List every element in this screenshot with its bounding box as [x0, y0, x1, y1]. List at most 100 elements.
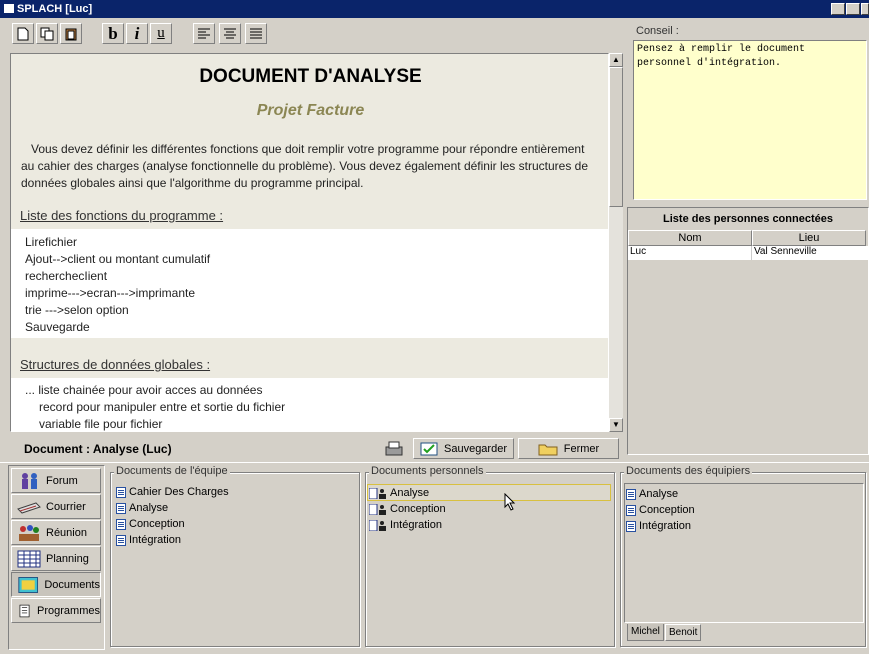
- table-row[interactable]: Luc Val Senneville: [628, 246, 868, 260]
- item-label: Conception: [639, 504, 695, 516]
- document-icon: [116, 518, 126, 530]
- list-item: Ajout-->client ou montant cumulatif: [25, 252, 211, 266]
- justify-button[interactable]: [245, 23, 267, 44]
- document-subtitle: Projet Facture: [256, 102, 365, 119]
- list-item[interactable]: Conception: [369, 501, 446, 517]
- italic-button[interactable]: i: [126, 23, 148, 44]
- maximize-button[interactable]: [846, 3, 860, 15]
- list-item: imprime--->ecran--->imprimante: [25, 286, 196, 300]
- print-button[interactable]: [380, 438, 408, 459]
- new-page-icon: [17, 27, 29, 40]
- team-documents-list: Cahier Des Charges Analyse Conception In…: [116, 484, 229, 548]
- list-item: ... liste chainée pour avoir acces au do…: [25, 383, 263, 397]
- document-icon: [116, 486, 126, 498]
- intro-paragraph: Vous devez définir les différentes fonct…: [21, 142, 588, 190]
- list-item[interactable]: Cahier Des Charges: [116, 484, 229, 500]
- nav-label: Planning: [46, 552, 89, 565]
- align-center-icon: [224, 28, 236, 38]
- conseil-box: Pensez à remplir le document personnel d…: [633, 40, 867, 200]
- copy-button[interactable]: [36, 23, 58, 44]
- program-icon: [19, 604, 30, 617]
- scroll-up-arrow-icon[interactable]: ▲: [609, 53, 623, 67]
- list-item[interactable]: Analyse: [626, 486, 695, 502]
- document-title: DOCUMENT D'ANALYSE: [199, 66, 422, 87]
- functions-list: Lirefichier Ajout-->client ou montant cu…: [25, 234, 210, 336]
- scroll-thumb[interactable]: [609, 67, 623, 207]
- calendar-icon: [17, 550, 41, 567]
- new-document-button[interactable]: [12, 23, 34, 44]
- item-label: Conception: [129, 518, 185, 530]
- structures-heading: Structures de données globales :: [20, 357, 211, 372]
- conseil-label: Conseil :: [636, 25, 679, 37]
- list-item[interactable]: Conception: [116, 516, 229, 532]
- list-item: recherchecIient: [25, 269, 108, 283]
- save-button[interactable]: Sauvegarder: [413, 438, 514, 459]
- printer-icon: [385, 441, 403, 455]
- justify-icon: [250, 28, 262, 38]
- list-item[interactable]: Analyse: [369, 485, 446, 501]
- app-logo-icon: [4, 4, 14, 13]
- personal-documents-list: Analyse Conception Intégration: [369, 485, 446, 533]
- persons-title: Liste des personnes connectées: [663, 213, 833, 225]
- document-scrollbar[interactable]: ▲ ▼: [609, 53, 623, 432]
- item-label: Conception: [390, 503, 446, 515]
- column-header-nom[interactable]: Nom: [628, 230, 752, 246]
- column-header-lieu[interactable]: Lieu: [752, 230, 866, 246]
- nav-reunion[interactable]: Réunion: [11, 520, 101, 545]
- scroll-down-arrow-icon[interactable]: ▼: [609, 418, 623, 432]
- list-item: record pour manipuler entre et sortie du…: [39, 400, 286, 414]
- personal-document-icon: [369, 487, 386, 499]
- align-left-button[interactable]: [193, 23, 215, 44]
- documents-icon: [18, 576, 39, 593]
- align-center-button[interactable]: [219, 23, 241, 44]
- personal-documents-label: Documents personnels: [369, 465, 486, 477]
- item-label: Intégration: [390, 519, 442, 531]
- list-item: variable file pour fichier: [39, 417, 163, 431]
- close-window-button[interactable]: [861, 3, 869, 15]
- nav-label: Forum: [46, 474, 78, 487]
- team-documents-label: Documents de l'équipe: [114, 465, 230, 477]
- close-button[interactable]: Fermer: [518, 438, 619, 459]
- document-icon: [116, 502, 126, 514]
- copy-icon: [40, 27, 54, 40]
- bold-button[interactable]: b: [102, 23, 124, 44]
- list-item[interactable]: Intégration: [116, 532, 229, 548]
- forum-people-icon: [22, 472, 37, 489]
- functions-heading: Liste des fonctions du programme :: [20, 208, 224, 223]
- document-editor[interactable]: DOCUMENT D'ANALYSE Projet Facture Vous d…: [10, 53, 609, 432]
- meeting-icon: [19, 524, 39, 541]
- list-item: Sauvegarde: [25, 320, 90, 334]
- item-label: Analyse: [390, 487, 430, 499]
- document-icon: [626, 520, 636, 532]
- minimize-button[interactable]: [831, 3, 845, 15]
- nav-documents[interactable]: Documents: [11, 572, 101, 597]
- tab-michel[interactable]: Michel: [627, 624, 664, 641]
- teammates-documents-label: Documents des équipiers: [624, 465, 753, 477]
- person-place: Val Senneville: [754, 246, 817, 257]
- nav-label: Réunion: [46, 526, 87, 539]
- nav-programmes[interactable]: Programmes: [11, 598, 101, 623]
- item-label: Intégration: [129, 534, 181, 546]
- tab-benoit[interactable]: Benoit: [665, 624, 702, 641]
- list-item[interactable]: Analyse: [116, 500, 229, 516]
- align-left-icon: [198, 28, 210, 38]
- nav-label: Programmes: [37, 604, 100, 617]
- nav-planning[interactable]: Planning: [11, 546, 101, 571]
- list-item[interactable]: Intégration: [626, 518, 695, 534]
- underline-button[interactable]: u: [150, 23, 172, 44]
- save-label: Sauvegarder: [444, 442, 507, 455]
- person-name: Luc: [628, 246, 752, 260]
- nav-courrier[interactable]: Courrier: [11, 494, 101, 519]
- save-check-icon: [420, 442, 438, 455]
- window-title-bar: SPLACH [Luc]: [0, 0, 869, 18]
- personal-document-icon: [369, 503, 386, 515]
- list-item[interactable]: Intégration: [369, 517, 446, 533]
- paste-button[interactable]: [60, 23, 82, 44]
- list-item[interactable]: Conception: [626, 502, 695, 518]
- nav-forum[interactable]: Forum: [11, 468, 101, 493]
- window-title: SPLACH [Luc]: [17, 3, 93, 15]
- structures-list: ... liste chainée pour avoir acces au do…: [25, 382, 286, 431]
- paste-icon: [65, 28, 77, 40]
- document-status: Document : Analyse (Luc): [24, 442, 172, 456]
- document-icon: [116, 534, 126, 546]
